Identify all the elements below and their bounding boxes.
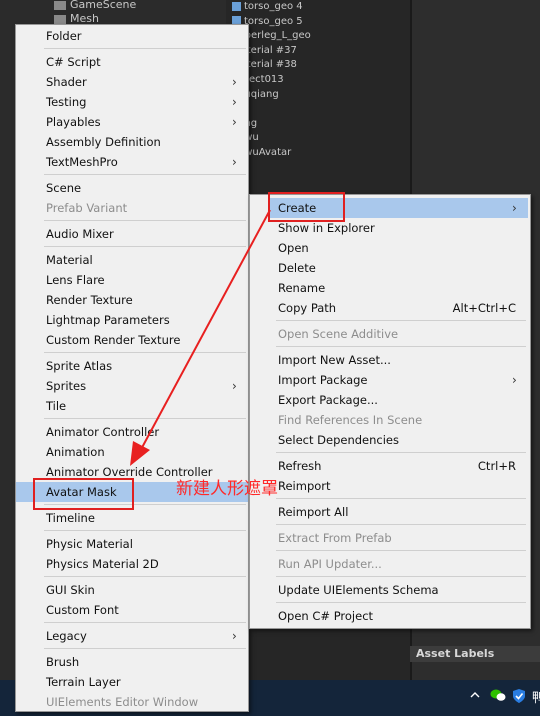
annotation-arrow [130, 209, 271, 466]
annotation-text: 新建人形遮罩 [176, 479, 278, 499]
